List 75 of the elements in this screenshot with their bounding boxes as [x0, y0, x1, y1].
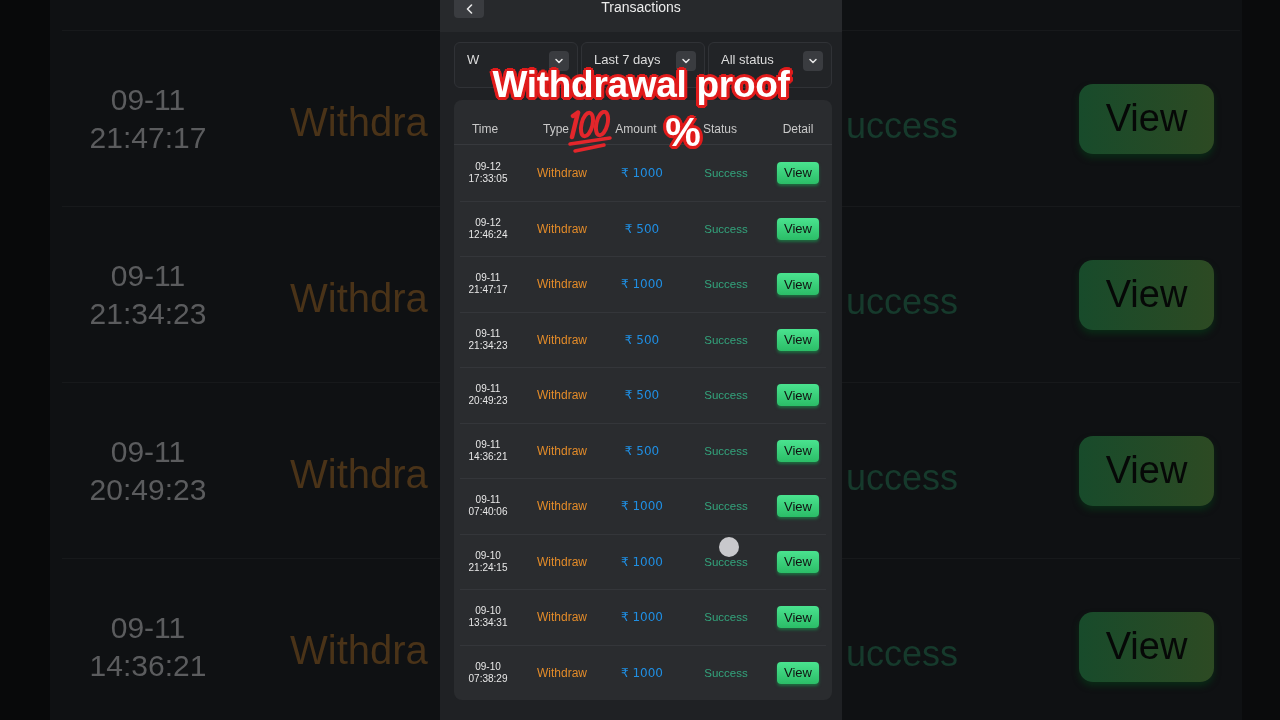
view-button[interactable]: View — [777, 273, 819, 296]
column-header: Amount — [615, 122, 657, 138]
column-header: Time — [471, 122, 499, 138]
backdrop-time-text: 09-11 20:49:23 — [89, 433, 207, 508]
view-button[interactable]: View — [777, 161, 819, 184]
type-cell: Withdraw — [537, 388, 587, 403]
time-cell: 09-11 14:36:21 — [468, 438, 508, 463]
status-cell: Success — [704, 278, 748, 291]
backdrop-time-text: 09-11 21:47:17 — [89, 81, 207, 156]
chevron-down-icon — [803, 51, 823, 71]
time-cell: 09-11 07:40:06 — [468, 494, 508, 519]
backdrop-time-text: 09-11 14:36:21 — [89, 609, 207, 684]
status-cell: Success — [704, 389, 748, 402]
amount-cell: ₹ 1000 — [621, 610, 663, 625]
amount-cell: ₹ 1000 — [621, 499, 663, 514]
amount-cell: ₹ 500 — [624, 332, 660, 347]
status-cell: Success — [704, 666, 748, 679]
blurred-view-tile: View — [1079, 611, 1214, 682]
backdrop-time-text: 09-11 21:34:23 — [89, 257, 207, 332]
blurred-view-tile: View — [1079, 259, 1214, 330]
time-cell: 09-10 13:34:31 — [468, 605, 508, 630]
view-button[interactable]: View — [777, 550, 819, 573]
amount-cell: ₹ 500 — [624, 443, 660, 458]
time-cell: 09-11 20:49:23 — [468, 383, 508, 408]
time-cell: 09-11 21:47:17 — [468, 272, 508, 297]
chevron-down-icon — [549, 51, 569, 71]
backdrop-type-text: Withdra — [290, 452, 428, 497]
view-button[interactable]: View — [777, 495, 819, 518]
time-cell: 09-10 07:38:29 — [468, 660, 508, 685]
type-cell: Withdraw — [537, 332, 587, 347]
type-cell: Withdraw — [537, 277, 587, 292]
status-cell: Success — [704, 333, 748, 346]
status-cell: Success — [704, 222, 748, 235]
backdrop-type-text: Withdra — [290, 100, 428, 145]
back-button[interactable] — [454, 0, 484, 18]
column-header: Detail — [782, 122, 814, 138]
time-cell: 09-11 21:34:23 — [468, 327, 508, 352]
time-cell: 09-12 17:33:05 — [468, 160, 508, 185]
page-title: Transactions — [601, 0, 681, 14]
type-cell: Withdraw — [537, 554, 587, 569]
amount-cell: ₹ 1000 — [621, 165, 663, 180]
amount-cell: ₹ 500 — [624, 221, 660, 236]
type-cell: Withdraw — [537, 443, 587, 458]
view-button[interactable]: View — [777, 439, 819, 462]
view-button[interactable]: View — [777, 328, 819, 351]
amount-cell: ₹ 1000 — [621, 554, 663, 569]
amount-cell: ₹ 1000 — [621, 665, 663, 680]
status-cell: Success — [704, 444, 748, 457]
status-cell: Success — [704, 555, 748, 568]
backdrop-type-text: Withdra — [290, 628, 428, 673]
amount-cell: ₹ 1000 — [621, 277, 663, 292]
view-button[interactable]: View — [777, 217, 819, 240]
status-cell: Success — [704, 611, 748, 624]
type-cell: Withdraw — [537, 165, 587, 180]
blurred-view-tile: View — [1079, 435, 1214, 506]
status-cell: Success — [704, 500, 748, 513]
chevron-left-icon — [465, 4, 473, 14]
chevron-down-icon — [676, 51, 696, 71]
type-cell: Withdraw — [537, 499, 587, 514]
backdrop-type-text: Withdra — [290, 276, 428, 321]
view-button[interactable]: View — [777, 384, 819, 407]
type-cell: Withdraw — [537, 610, 587, 625]
view-button[interactable]: View — [777, 606, 819, 629]
view-button[interactable]: View — [777, 661, 819, 684]
time-cell: 09-12 12:46:24 — [468, 216, 508, 241]
type-cell: Withdraw — [537, 221, 587, 236]
blurred-view-tile: View — [1079, 83, 1214, 154]
percent-text: % — [664, 109, 702, 155]
time-cell: 09-10 21:24:15 — [468, 549, 508, 574]
type-cell: Withdraw — [537, 665, 587, 680]
column-header: Status — [703, 122, 737, 138]
status-cell: Success — [704, 166, 748, 179]
amount-cell: ₹ 500 — [624, 388, 660, 403]
hundred-points-icon — [568, 110, 613, 154]
column-header: Type — [543, 122, 569, 138]
